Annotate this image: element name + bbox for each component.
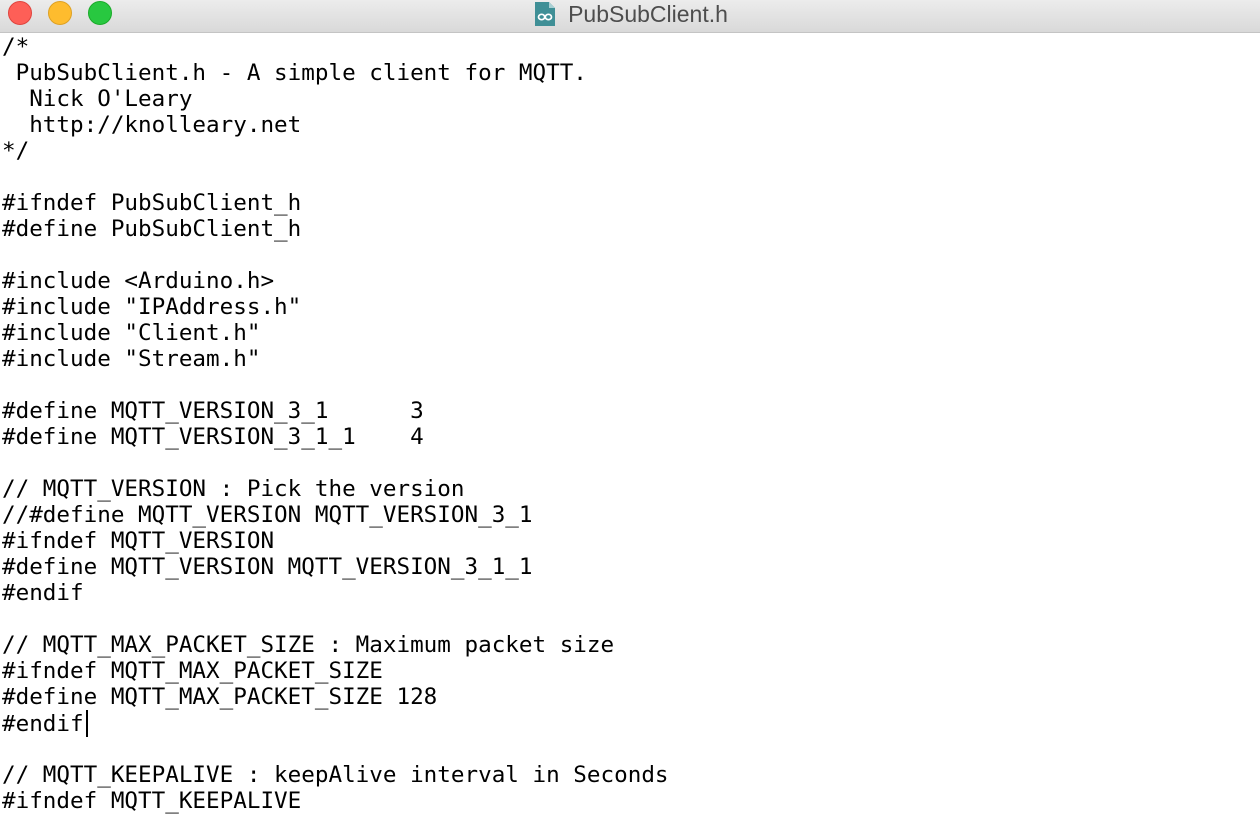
code-line[interactable]: #ifndef MQTT_VERSION: [2, 528, 274, 554]
window-title-group: PubSubClient.h: [0, 0, 1260, 28]
editor-window: PubSubClient.h /* PubSubClient.h - A sim…: [0, 0, 1260, 814]
code-line[interactable]: // MQTT_VERSION : Pick the version: [2, 476, 465, 502]
code-line[interactable]: //#define MQTT_VERSION MQTT_VERSION_3_1: [2, 502, 533, 528]
text-caret: [85, 710, 88, 737]
code-line[interactable]: #ifndef MQTT_KEEPALIVE: [2, 788, 301, 814]
code-line[interactable]: #define MQTT_VERSION_3_1_1 4: [2, 424, 424, 450]
code-editor[interactable]: /* PubSubClient.h - A simple client for …: [0, 34, 1260, 814]
code-line[interactable]: http://knolleary.net: [2, 112, 301, 138]
code-line[interactable]: #ifndef PubSubClient_h: [2, 190, 301, 216]
code-line[interactable]: #define PubSubClient_h: [2, 216, 301, 242]
code-line[interactable]: #define MQTT_VERSION MQTT_VERSION_3_1_1: [2, 554, 533, 580]
code-line[interactable]: // MQTT_KEEPALIVE : keepAlive interval i…: [2, 762, 669, 788]
code-line[interactable]: /*: [2, 34, 29, 60]
code-line[interactable]: #endif: [2, 710, 88, 737]
code-line[interactable]: #ifndef MQTT_MAX_PACKET_SIZE: [2, 658, 383, 684]
code-line[interactable]: */: [2, 138, 29, 164]
code-line[interactable]: #define MQTT_VERSION_3_1 3: [2, 398, 424, 424]
code-line[interactable]: #include "Stream.h": [2, 346, 260, 372]
code-line[interactable]: #include "IPAddress.h": [2, 294, 301, 320]
code-line[interactable]: // MQTT_MAX_PACKET_SIZE : Maximum packet…: [2, 632, 614, 658]
code-line[interactable]: #include <Arduino.h>: [2, 268, 274, 294]
code-line[interactable]: Nick O'Leary: [2, 86, 192, 112]
window-title: PubSubClient.h: [568, 1, 728, 27]
code-line[interactable]: PubSubClient.h - A simple client for MQT…: [2, 60, 587, 86]
code-line[interactable]: #define MQTT_MAX_PACKET_SIZE 128: [2, 684, 437, 710]
code-line[interactable]: #endif: [2, 580, 84, 606]
title-bar[interactable]: PubSubClient.h: [0, 0, 1260, 33]
arduino-document-icon: [535, 2, 556, 26]
code-line[interactable]: #include "Client.h": [2, 320, 260, 346]
